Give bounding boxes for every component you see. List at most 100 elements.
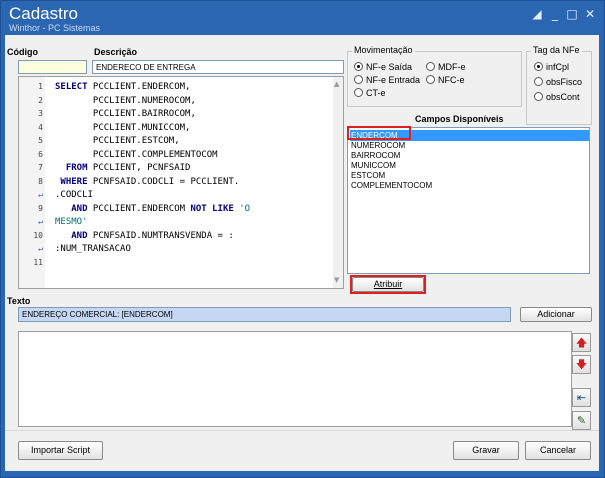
radio-infcpl[interactable]: infCpl xyxy=(534,62,569,72)
radio-dot-icon xyxy=(354,62,363,71)
code-token: SELECT xyxy=(55,82,88,92)
descricao-label: Descrição xyxy=(94,47,138,57)
code-token: .CODCLI xyxy=(55,190,93,200)
campos-title: Campos Disponíveis xyxy=(415,114,504,124)
line-number: 6 xyxy=(38,149,43,159)
movimentacao-title: Movimentação xyxy=(352,45,415,55)
radio-cte[interactable]: CT-e xyxy=(354,88,386,98)
tag-nfe-title: Tag da NFe xyxy=(531,45,582,55)
editor-scrollbar[interactable]: ▲ ▼ xyxy=(333,77,343,288)
title-bar[interactable]: Cadastro Winthor - PC Sistemas ◢ _ □ ✕ xyxy=(1,1,604,35)
code-text: WHERE PCNFSAID.CODCLI = PCCLIENT. xyxy=(55,177,239,187)
radio-dot-icon xyxy=(426,62,435,71)
movimentacao-group: Movimentação NF-e Saída MDF-e NF-e Entra… xyxy=(347,45,522,107)
restore-icon[interactable]: ◢ xyxy=(529,7,545,21)
codigo-field[interactable] xyxy=(18,60,87,74)
line-number: 5 xyxy=(38,136,43,145)
code-text: MESMO' xyxy=(55,217,88,227)
importar-script-button[interactable]: Importar Script xyxy=(18,441,103,460)
radio-dot-icon xyxy=(354,75,363,84)
radio-label: obsFisco xyxy=(546,77,583,87)
close-icon[interactable]: ✕ xyxy=(582,7,598,21)
radio-label: infCpl xyxy=(546,62,570,72)
wrap-icon: ↵ xyxy=(38,190,43,199)
window-subtitle: Winthor - PC Sistemas xyxy=(9,23,101,33)
code-text: SELECT PCCLIENT.ENDERCOM, xyxy=(55,82,190,92)
scroll-down-icon[interactable]: ▼ xyxy=(334,276,339,284)
radio-nfe-entrada[interactable]: NF-e Entrada xyxy=(354,75,420,85)
texto-label: Texto xyxy=(7,296,31,306)
radio-nfce[interactable]: NFC-e xyxy=(426,75,465,85)
insert-field-icon[interactable]: ⇤ xyxy=(572,388,591,407)
radio-label: MDF-e xyxy=(438,62,466,72)
wrap-icon: ↵ xyxy=(38,244,43,253)
highlight-atribuir xyxy=(350,275,426,294)
line-number: 4 xyxy=(38,122,43,132)
line-number: 2 xyxy=(38,95,43,105)
radio-dot-icon xyxy=(534,62,543,71)
form-body: Código Descrição ENDERECO DE ENTREGA 1 SE… xyxy=(5,35,599,471)
code-text: PCCLIENT.ESTCOM, xyxy=(55,136,180,146)
radio-label: NFC-e xyxy=(438,75,465,85)
radio-label: CT-e xyxy=(366,88,386,98)
radio-mdfe[interactable]: MDF-e xyxy=(426,62,466,72)
code-token: PCCLIENT.BAIRROCOM, xyxy=(55,109,196,119)
line-number: 1 xyxy=(38,82,43,91)
footer-divider xyxy=(5,430,599,431)
code-text: PCCLIENT.BAIRROCOM, xyxy=(55,109,196,119)
edit-pencil-icon[interactable]: ✎ xyxy=(572,411,591,430)
code-token: FROM xyxy=(55,163,88,173)
line-number: 7 xyxy=(38,163,43,172)
campo-item[interactable]: COMPLEMENTOCOM xyxy=(350,180,433,191)
code-token: WHERE xyxy=(55,176,88,187)
radio-obsfisco[interactable]: obsFisco xyxy=(534,77,582,87)
descricao-field[interactable]: ENDERECO DE ENTREGA xyxy=(92,60,344,74)
move-up-icon[interactable]: 🡅 xyxy=(572,333,591,352)
tag-nfe-group: Tag da NFe infCpl obsFisco obsCont xyxy=(526,45,592,125)
code-token: PCCLIENT.NUMEROCOM, xyxy=(55,95,196,106)
move-down-icon[interactable]: 🡇 xyxy=(572,355,591,374)
line-number: 9 xyxy=(38,203,43,213)
code-token: AND xyxy=(55,203,88,214)
window-title: Cadastro xyxy=(9,4,78,23)
code-text: AND PCCLIENT.ENDERCOM NOT LIKE 'O xyxy=(55,204,250,214)
texto-field[interactable]: ENDEREÇO COMERCIAL: [ENDERCOM] xyxy=(18,307,511,322)
code-text: FROM PCCLIENT, PCNFSAID xyxy=(55,163,191,173)
cancelar-button[interactable]: Cancelar xyxy=(525,441,591,460)
wrap-icon: ↵ xyxy=(38,217,43,226)
code-token: AND xyxy=(55,230,88,241)
gravar-label: Gravar xyxy=(472,445,500,455)
adicionar-button[interactable]: Adicionar xyxy=(520,307,592,322)
minimize-icon[interactable]: _ xyxy=(547,7,563,21)
code-token: :NUM_TRANSACAO xyxy=(55,244,131,254)
line-number: 8 xyxy=(38,176,43,186)
code-token: PCCLIENT.COMPLEMENTOCOM xyxy=(55,149,218,160)
code-text: PCCLIENT.MUNICCOM, xyxy=(55,123,191,133)
code-text: AND PCNFSAID.NUMTRANSVENDA = : xyxy=(55,231,234,241)
maximize-icon[interactable]: □ xyxy=(564,7,580,21)
radio-dot-icon xyxy=(534,92,543,101)
importar-label: Importar Script xyxy=(30,445,90,455)
line-number: 10 xyxy=(33,230,43,240)
code-token: PCCLIENT.ESTCOM, xyxy=(55,136,180,146)
code-text: .CODCLI xyxy=(55,190,93,200)
code-token: MESMO' xyxy=(55,217,88,227)
code-text: PCCLIENT.NUMEROCOM, xyxy=(55,96,196,106)
line-number: 3 xyxy=(38,109,43,118)
highlight-selected-field xyxy=(347,126,411,140)
radio-obscont[interactable]: obsCont xyxy=(534,92,580,102)
campos-listbox[interactable]: ENDERCOM NUMEROCOM BAIRROCOM MUNICCOM ESTCOM… xyxy=(347,127,590,274)
code-token: 'O xyxy=(233,203,251,214)
cadastro-window: Cadastro Winthor - PC Sistemas ◢ _ □ ✕ C… xyxy=(0,0,605,478)
sql-editor[interactable]: 1 SELECT PCCLIENT.ENDERCOM, 2 PCCLIENT.NUM… xyxy=(18,76,344,289)
gravar-button[interactable]: Gravar xyxy=(453,441,519,460)
radio-nfe-saida[interactable]: NF-e Saída xyxy=(354,62,412,72)
code-text: PCCLIENT.COMPLEMENTOCOM xyxy=(55,150,218,160)
code-token: PCNFSAID.NUMTRANSVENDA = : xyxy=(87,230,234,241)
code-token: PCCLIENT.ENDERCOM, xyxy=(87,82,191,92)
code-token: PCCLIENT, PCNFSAID xyxy=(87,163,191,173)
script-textarea[interactable] xyxy=(18,331,572,427)
code-token: PCNFSAID.CODCLI = PCCLIENT. xyxy=(87,176,240,187)
scroll-up-icon[interactable]: ▲ xyxy=(334,80,339,88)
code-text: :NUM_TRANSACAO xyxy=(55,244,131,254)
